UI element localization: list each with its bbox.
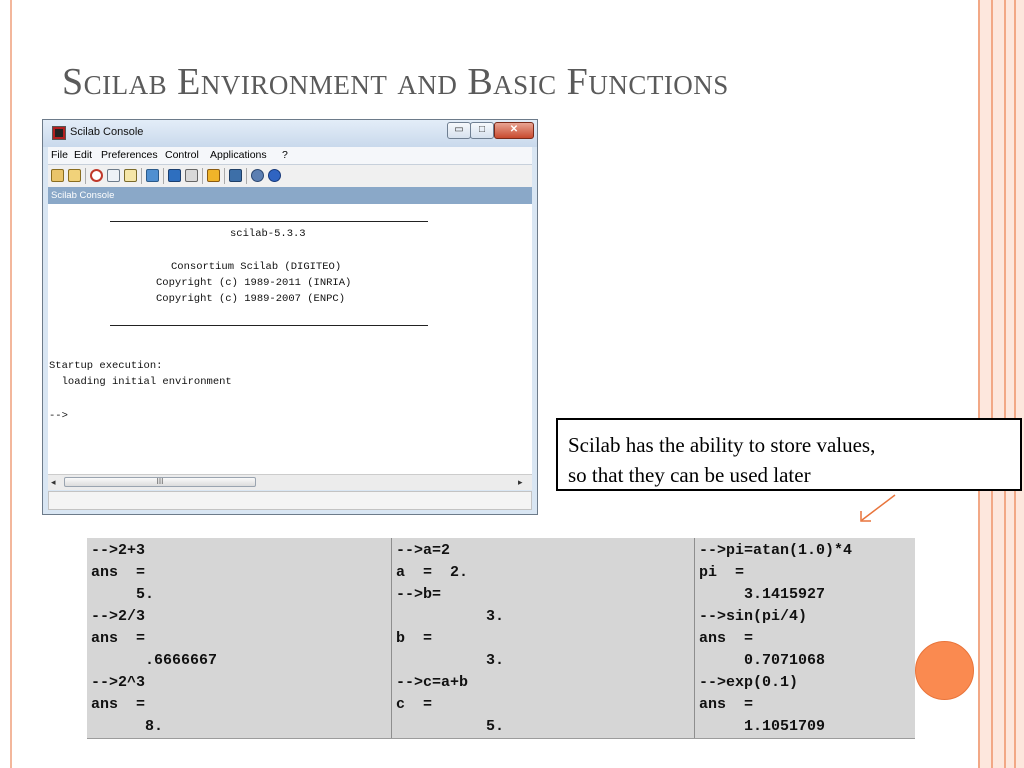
example-line: ans = <box>91 564 146 581</box>
right-decor-stripe <box>991 0 993 768</box>
gear-icon[interactable] <box>251 169 264 182</box>
menu-preferences[interactable]: Preferences <box>101 149 158 161</box>
horizontal-scrollbar[interactable]: ◂ III ▸ <box>48 474 532 490</box>
left-decor-line <box>10 0 12 768</box>
folder-icon[interactable] <box>146 169 159 182</box>
example-line: -->2+3 <box>91 542 146 559</box>
menu-control[interactable]: Control <box>165 149 199 161</box>
example-line: c = <box>396 696 433 713</box>
font-icon[interactable] <box>168 169 181 182</box>
right-decor-stripe <box>978 0 980 768</box>
example-line: -->pi=atan(1.0)*4 <box>699 542 853 559</box>
console-rule-top <box>110 221 428 222</box>
toolbar <box>48 165 532 187</box>
console-tab[interactable]: Scilab Console <box>48 187 532 204</box>
toolbar-separator <box>202 168 203 184</box>
example-line: ans = <box>91 696 146 713</box>
status-bar <box>48 491 532 510</box>
new-file-icon[interactable] <box>51 169 64 182</box>
console-output-area[interactable]: scilab-5.3.3 Consortium Scilab (DIGITEO)… <box>48 204 532 474</box>
scroll-left-arrow-icon[interactable]: ◂ <box>51 477 56 488</box>
menu-bar: File Edit Preferences Control Applicatio… <box>48 147 532 165</box>
console-copyright-line: Copyright (c) 1989-2011 (INRIA) <box>156 277 352 289</box>
console-prompt[interactable]: --> <box>49 410 68 422</box>
example-line: 5. <box>396 718 505 735</box>
callout-text: Scilab has the ability to store values, … <box>568 433 876 487</box>
paste-icon[interactable] <box>124 169 137 182</box>
example-line: 3. <box>396 652 505 669</box>
menu-edit[interactable]: Edit <box>74 149 92 161</box>
example-line: .6666667 <box>91 652 218 669</box>
console-icon[interactable] <box>229 169 242 182</box>
example-line: 8. <box>91 718 164 735</box>
minimize-button[interactable]: ▭ <box>447 122 471 139</box>
toolbar-separator <box>224 168 225 184</box>
right-decor-stripe <box>1014 0 1016 768</box>
console-tab-label: Scilab Console <box>51 190 115 201</box>
callout-box: Scilab has the ability to store values, … <box>556 418 1022 491</box>
window-title: Scilab Console <box>70 126 144 138</box>
help-icon[interactable] <box>268 169 281 182</box>
example-line: -->2/3 <box>91 608 146 625</box>
example-line: -->c=a+b <box>396 674 469 691</box>
examples-column-variables: -->a=2 a = 2. -->b= 3. b = 3. -->c=a+b c… <box>392 538 694 738</box>
cut-icon[interactable] <box>90 169 103 182</box>
tools-icon[interactable] <box>207 169 220 182</box>
example-line: pi = <box>699 564 745 581</box>
close-button[interactable]: ✕ <box>494 122 534 139</box>
examples-column-functions: -->pi=atan(1.0)*4 pi = 3.1415927 -->sin(… <box>695 538 915 738</box>
example-line: 3.1415927 <box>699 586 826 603</box>
example-line: 0.7071068 <box>699 652 826 669</box>
toolbar-separator <box>85 168 86 184</box>
examples-column-arithmetic: -->2+3 ans = 5. -->2/3 ans = .6666667 --… <box>87 538 391 738</box>
console-rule-bottom <box>110 325 428 326</box>
print-icon[interactable] <box>185 169 198 182</box>
example-line: ans = <box>699 630 754 647</box>
scilab-console-window: Scilab Console ▭ □ ✕ File Edit Preferenc… <box>42 119 538 515</box>
scilab-app-icon <box>52 126 66 140</box>
menu-file[interactable]: File <box>51 149 68 161</box>
decorative-orange-circle <box>915 641 974 700</box>
toolbar-separator <box>246 168 247 184</box>
console-consortium-line: Consortium Scilab (DIGITEO) <box>171 261 342 273</box>
example-line: -->sin(pi/4) <box>699 608 808 625</box>
example-line: 1.1051709 <box>699 718 826 735</box>
right-decor-band <box>978 0 1024 768</box>
example-line: -->a=2 <box>396 542 451 559</box>
scroll-right-arrow-icon[interactable]: ▸ <box>518 477 523 488</box>
console-version-line: scilab-5.3.3 <box>230 228 306 240</box>
open-folder-icon[interactable] <box>68 169 81 182</box>
example-line: 5. <box>91 586 155 603</box>
toolbar-separator <box>141 168 142 184</box>
copy-icon[interactable] <box>107 169 120 182</box>
example-line: ans = <box>91 630 146 647</box>
example-line: b = <box>396 630 433 647</box>
example-line: a = 2. <box>396 564 469 581</box>
examples-table: -->2+3 ans = 5. -->2/3 ans = .6666667 --… <box>87 538 915 739</box>
console-startup-line: Startup execution: <box>49 360 163 372</box>
slide-title: Scilab Environment and Basic Functions <box>62 61 729 103</box>
example-line: -->b= <box>396 586 442 603</box>
example-line: ans = <box>699 696 754 713</box>
example-line: -->2^3 <box>91 674 146 691</box>
example-line: -->exp(0.1) <box>699 674 799 691</box>
example-line: 3. <box>396 608 505 625</box>
console-copyright-line: Copyright (c) 1989-2007 (ENPC) <box>156 293 346 305</box>
menu-help[interactable]: ? <box>282 149 288 161</box>
callout-arrow-icon <box>860 494 896 522</box>
toolbar-separator <box>163 168 164 184</box>
menu-applications[interactable]: Applications <box>210 149 267 161</box>
right-decor-stripe <box>1004 0 1006 768</box>
maximize-button[interactable]: □ <box>470 122 494 139</box>
scrollbar-thumb[interactable]: III <box>64 477 256 487</box>
console-loading-line: loading initial environment <box>49 376 232 388</box>
window-titlebar[interactable]: Scilab Console ▭ □ ✕ <box>43 120 537 147</box>
